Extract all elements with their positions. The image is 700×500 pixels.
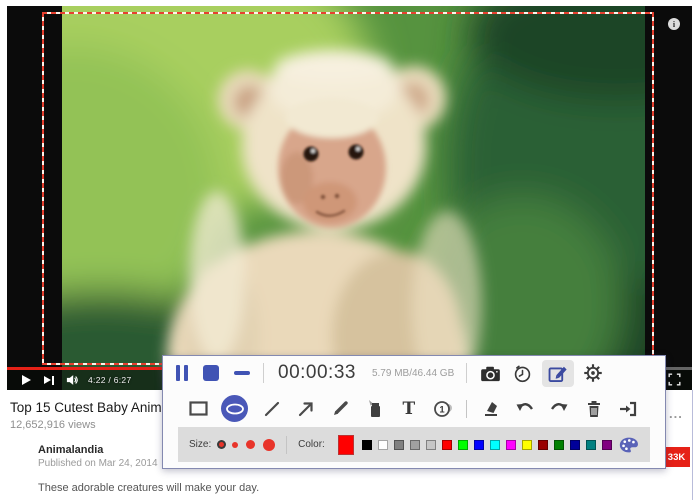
color-swatch[interactable] — [522, 439, 533, 450]
monkey-video-still — [62, 6, 645, 390]
ellipse-tool-selected[interactable] — [221, 395, 249, 422]
color-swatch[interactable] — [442, 439, 453, 450]
color-swatch[interactable] — [410, 439, 421, 450]
record-region-border-top — [42, 12, 654, 14]
camera-icon — [481, 366, 501, 381]
pen-size-dot[interactable] — [246, 440, 256, 449]
recorder-toolbar: 00:00:33 5.79 MB/46.44 GB T 1 Size: Colo… — [162, 355, 666, 469]
pen-size-dot[interactable] — [263, 438, 276, 451]
arrow-icon — [298, 401, 313, 416]
trash-icon — [587, 400, 600, 417]
color-label: Color: — [298, 439, 325, 450]
next-button[interactable] — [44, 375, 54, 385]
gear-icon — [584, 364, 602, 382]
number-circle-icon: 1 — [434, 400, 453, 417]
rectangle-icon — [188, 401, 208, 416]
clock-icon — [515, 365, 531, 382]
clear-trash-button[interactable] — [583, 398, 605, 420]
palette-icon[interactable] — [619, 436, 639, 454]
volume-icon[interactable] — [65, 373, 80, 387]
undo-icon — [516, 403, 534, 411]
minimize-button[interactable] — [234, 371, 250, 375]
record-region-border-left — [42, 12, 44, 365]
channel-name[interactable]: Animalandia — [38, 444, 103, 456]
subscribe-count-button[interactable]: 33K — [663, 447, 690, 467]
toolbar-style-row: Size: Color: — [178, 427, 650, 462]
screen: 4:22 / 6:27 i Top 15 Cutest Baby Animals… — [0, 0, 700, 500]
page-edge-divider — [692, 390, 693, 500]
video-frame[interactable] — [62, 6, 645, 390]
redo-button[interactable] — [548, 398, 570, 420]
pen-size-dot[interactable] — [232, 441, 239, 448]
exit-edit-button[interactable] — [617, 398, 639, 420]
line-tool[interactable] — [261, 398, 283, 420]
line-icon — [264, 401, 279, 416]
color-swatch[interactable] — [394, 439, 405, 450]
color-swatches — [362, 439, 613, 450]
video-title: Top 15 Cutest Baby Animals — [10, 400, 179, 415]
color-swatch[interactable] — [570, 439, 581, 450]
eraser-icon — [484, 402, 497, 416]
video-player: 4:22 / 6:27 i — [7, 6, 692, 390]
video-description: These adorable creatures will make your … — [38, 482, 260, 494]
stop-button[interactable] — [203, 365, 219, 381]
pen-size-options[interactable] — [219, 438, 276, 451]
pause-button[interactable] — [176, 365, 188, 381]
color-swatch[interactable] — [506, 439, 517, 450]
view-count: 12,652,916 views — [10, 419, 96, 431]
color-swatch[interactable] — [378, 439, 389, 450]
play-button[interactable] — [22, 375, 31, 385]
toolbar-main-row: 00:00:33 5.79 MB/46.44 GB — [163, 356, 665, 390]
color-swatch[interactable] — [474, 439, 485, 450]
edit-annotate-button[interactable] — [542, 359, 575, 387]
number-step-tool[interactable]: 1 — [432, 398, 454, 420]
undo-button[interactable] — [514, 398, 536, 420]
pen-tool[interactable] — [329, 398, 351, 420]
color-swatch[interactable] — [426, 439, 437, 450]
color-swatch[interactable] — [490, 439, 501, 450]
more-menu[interactable]: ... — [669, 406, 683, 421]
edit-pencil-icon — [548, 366, 567, 382]
pencil-icon — [333, 401, 348, 415]
toolbar-draw-row: T 1 — [163, 390, 665, 427]
record-region-border-right — [652, 12, 654, 365]
screenshot-camera-button[interactable] — [480, 365, 501, 382]
color-swatch[interactable] — [362, 439, 373, 450]
color-swatch[interactable] — [586, 439, 597, 450]
recording-timer: 00:00:33 — [278, 362, 356, 383]
fullscreen-icon[interactable] — [668, 373, 681, 386]
color-swatch[interactable] — [554, 439, 565, 450]
pen-size-dot[interactable] — [219, 442, 225, 447]
color-swatch[interactable] — [458, 439, 469, 450]
playback-time: 4:22 / 6:27 — [88, 375, 132, 385]
svg-text:1: 1 — [439, 404, 445, 415]
exit-icon — [620, 401, 637, 416]
arrow-tool[interactable] — [295, 398, 317, 420]
ellipse-icon — [225, 403, 244, 414]
settings-button[interactable] — [583, 363, 603, 383]
redo-icon — [550, 403, 568, 411]
current-color-swatch — [337, 434, 355, 455]
schedule-timer-button[interactable] — [513, 364, 532, 383]
publish-date: Published on Mar 24, 2014 — [38, 458, 158, 469]
highlighter-tool[interactable] — [363, 398, 385, 420]
color-swatch[interactable] — [538, 439, 549, 450]
text-tool[interactable]: T — [398, 398, 420, 420]
info-icon[interactable]: i — [668, 18, 680, 30]
eraser-tool[interactable] — [480, 398, 502, 420]
storage-status: 5.79 MB/46.44 GB — [371, 367, 455, 379]
size-label: Size: — [189, 439, 212, 450]
rectangle-tool[interactable] — [187, 398, 209, 420]
color-swatch[interactable] — [602, 439, 613, 450]
highlighter-icon — [369, 400, 381, 417]
